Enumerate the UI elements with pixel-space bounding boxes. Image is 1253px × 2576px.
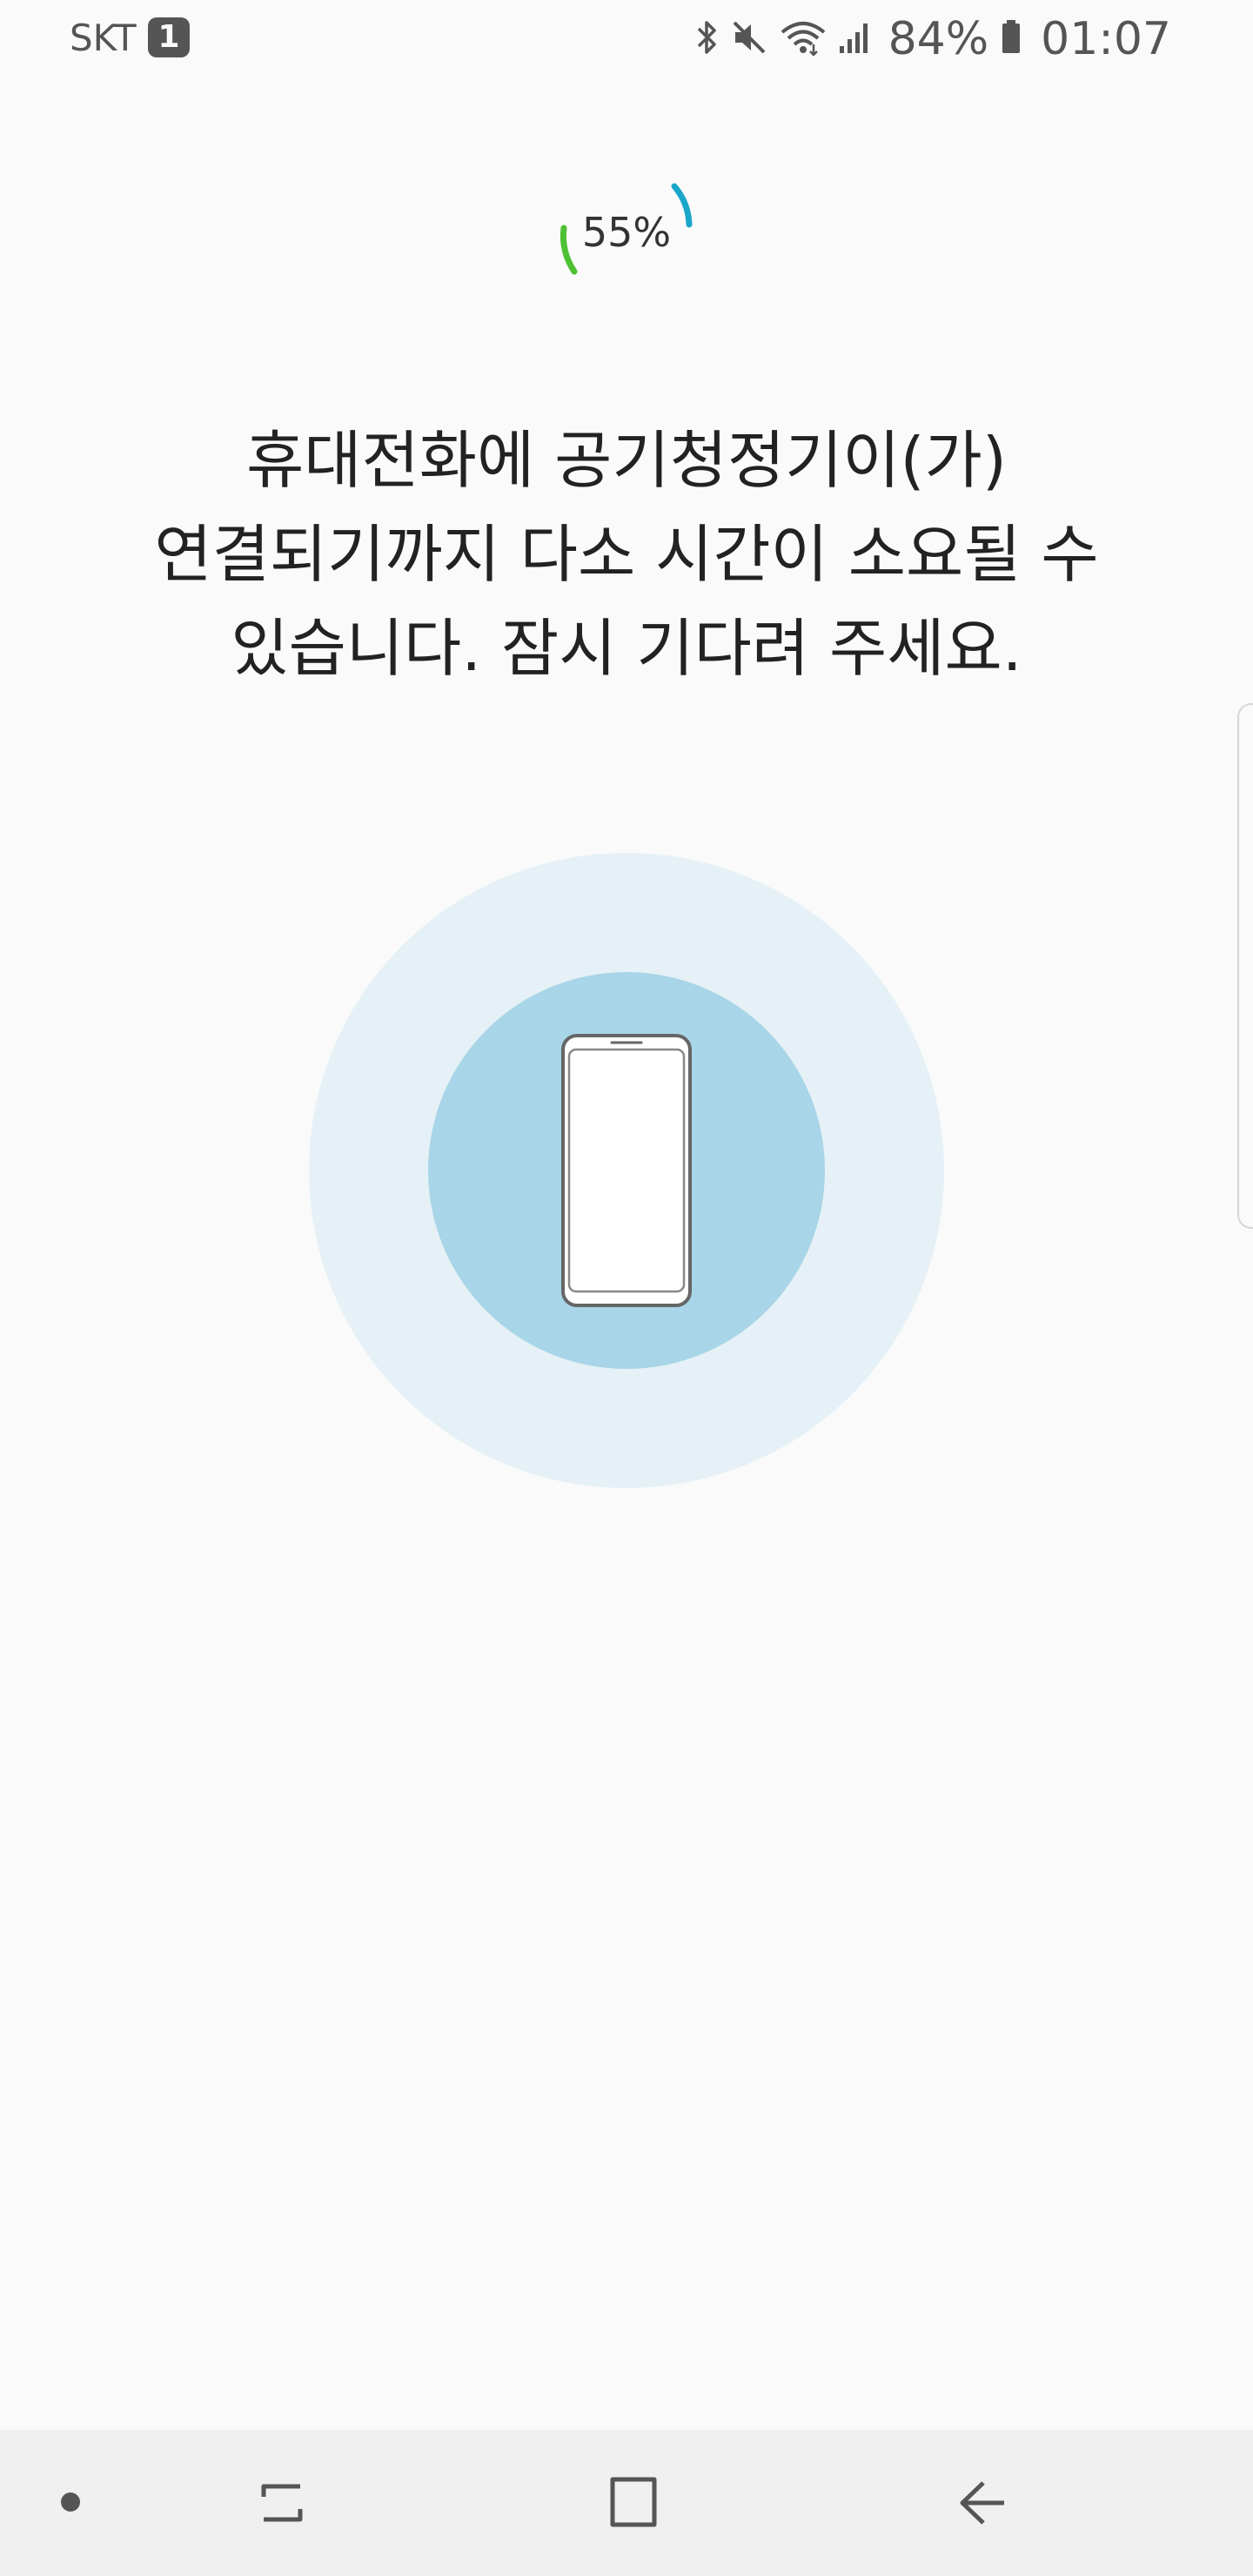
mute-icon [730, 18, 768, 60]
navigation-bar [0, 2430, 1253, 2576]
back-icon [960, 2481, 1004, 2525]
signal-icon [838, 18, 873, 60]
connection-message: 휴대전화에 공기청정기이(가) 연결되기까지 다소 시간이 소요될 수 있습니다… [154, 424, 1099, 685]
clock: 01:07 [1041, 13, 1171, 65]
home-button[interactable] [570, 2430, 692, 2576]
bluetooth-icon [694, 18, 720, 60]
wifi-icon [779, 18, 828, 60]
connection-progress: 55% [548, 174, 705, 296]
progress-percentage: 55% [581, 209, 672, 256]
edge-panel-handle[interactable] [1237, 703, 1253, 1229]
recent-apps-icon [261, 2484, 303, 2522]
dot-indicator[interactable] [61, 2492, 80, 2512]
carrier-name: SKT [70, 17, 137, 59]
battery-icon [1001, 18, 1022, 60]
connection-illustration [309, 853, 944, 1488]
back-button[interactable] [920, 2430, 1042, 2576]
home-icon [610, 2477, 657, 2527]
status-icons: 84% 01:07 [694, 7, 1171, 71]
battery-percentage: 84% [888, 13, 989, 65]
status-bar: SKT 1 84% 01:07 [0, 0, 1253, 78]
recent-apps-button[interactable] [221, 2430, 343, 2576]
sim-slot-badge: 1 [148, 17, 190, 57]
phone-icon [561, 1034, 692, 1311]
